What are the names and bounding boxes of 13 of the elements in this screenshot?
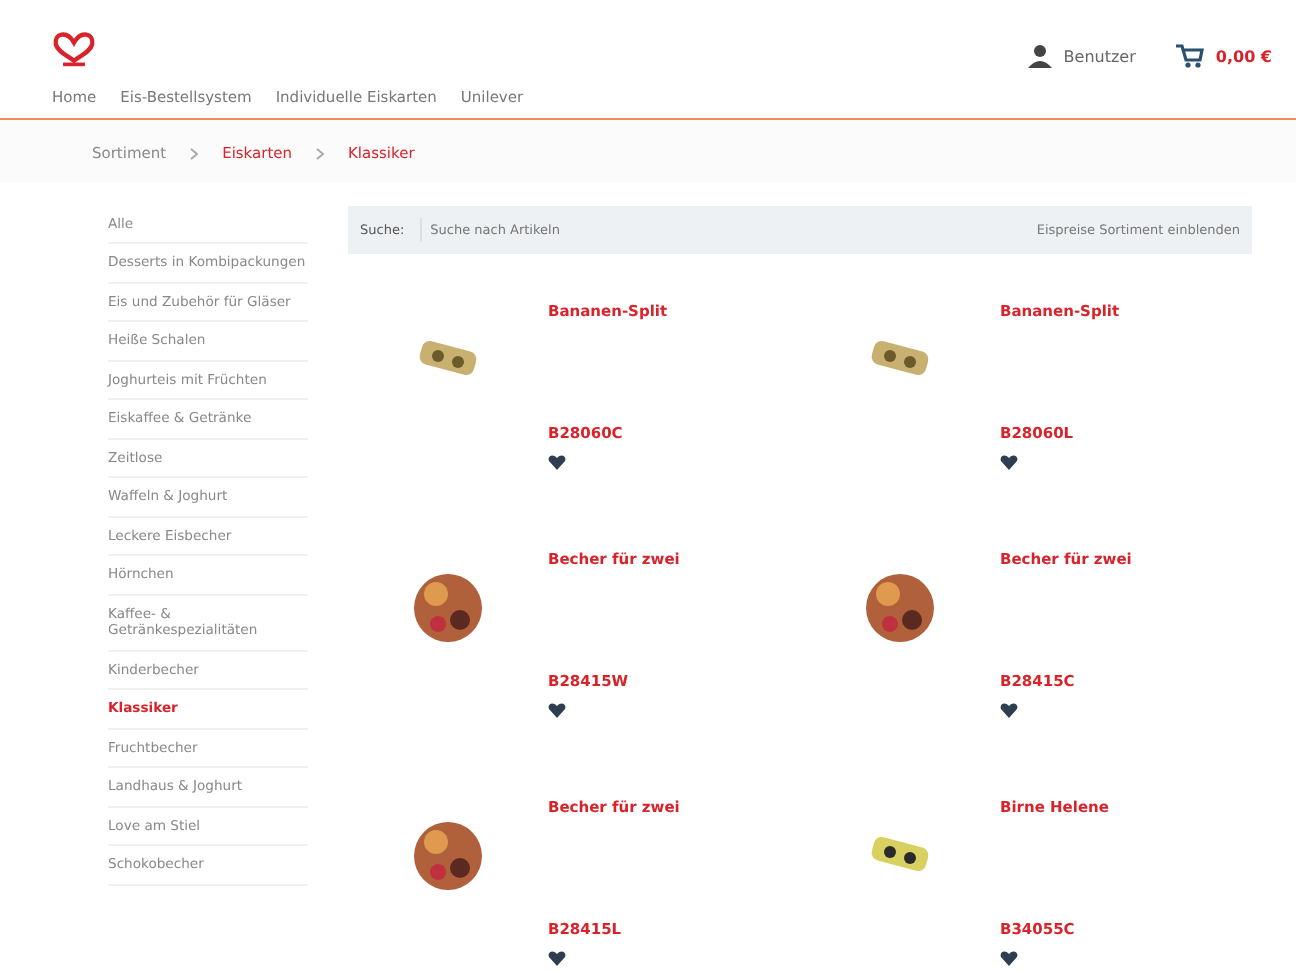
cart-icon[interactable] (1175, 44, 1204, 68)
heart-icon[interactable] (548, 950, 566, 966)
logo-icon[interactable] (52, 28, 96, 68)
cart-total[interactable]: 0,00 € (1215, 47, 1272, 65)
heart-icon[interactable] (1000, 702, 1018, 718)
heart-icon[interactable] (548, 454, 566, 470)
user-name[interactable]: Benutzer (1063, 47, 1136, 65)
user-icon[interactable] (1027, 44, 1052, 68)
heart-icon[interactable] (548, 702, 566, 718)
chevron-icon (190, 147, 199, 159)
heart-icon[interactable] (1000, 950, 1018, 966)
heart-icon[interactable] (1000, 454, 1018, 470)
chevron-icon (316, 147, 325, 159)
